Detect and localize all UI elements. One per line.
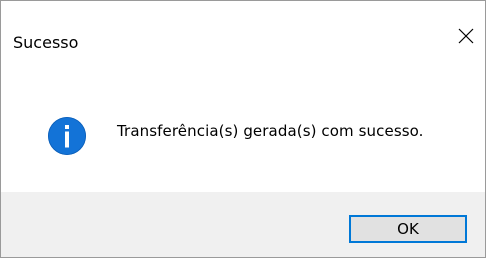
dialog-message: Transferência(s) gerada(s) com sucesso. (117, 122, 424, 140)
title-bar[interactable]: Sucesso (1, 1, 485, 51)
dialog-title: Sucesso (13, 33, 79, 52)
message-dialog: Sucesso Transferência(s) gerada(s) com s… (0, 0, 486, 258)
close-button[interactable] (439, 1, 485, 44)
button-bar: OK (1, 192, 485, 257)
ok-button-label: OK (397, 220, 419, 238)
ok-button[interactable]: OK (349, 215, 467, 243)
close-icon (458, 28, 474, 44)
info-icon (48, 117, 86, 155)
dialog-content: Transferência(s) gerada(s) com sucesso. (1, 81, 485, 191)
